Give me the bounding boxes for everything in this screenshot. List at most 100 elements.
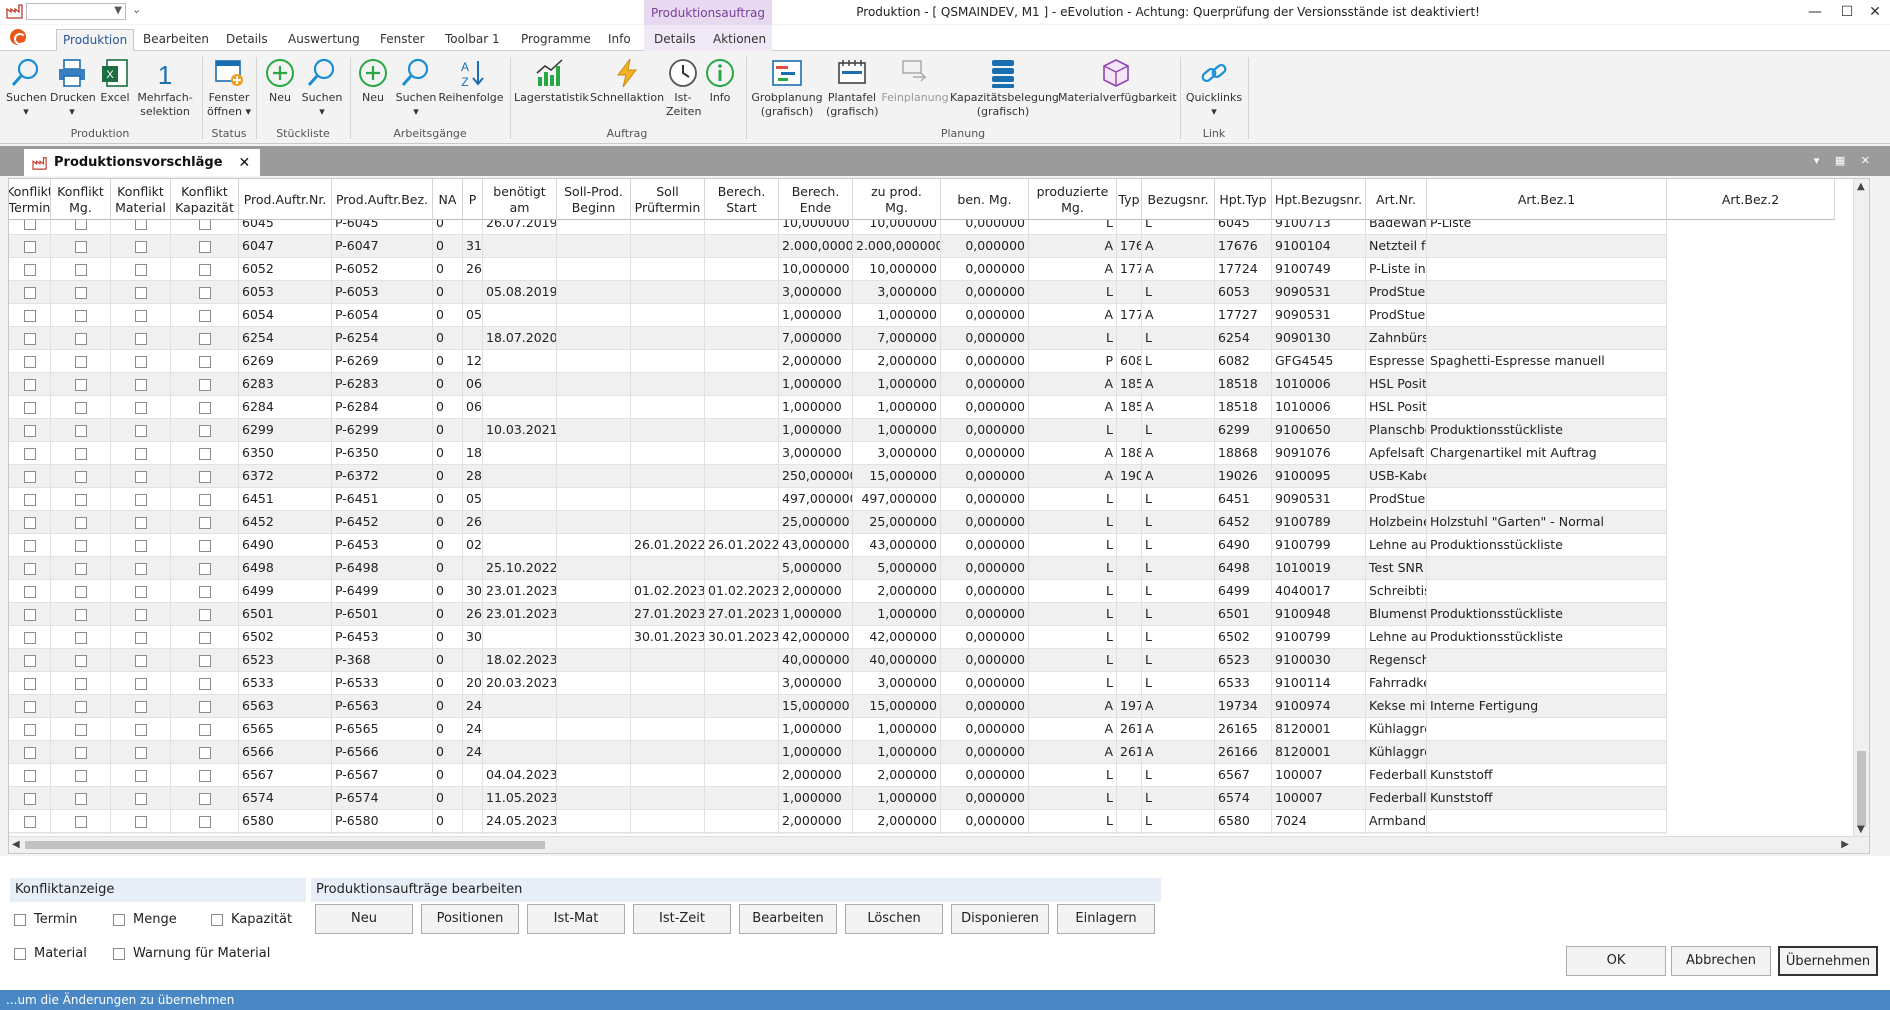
checkbox-box[interactable] [113,913,125,926]
table-row[interactable]: 6284P-6284006.01.20211,0000001,0000000,0… [9,396,1667,419]
drucken-button[interactable]: Drucken ▾ [50,57,96,119]
checkbox[interactable] [198,516,211,529]
scroll-down-icon[interactable]: ▼ [1857,824,1865,835]
tab-details[interactable]: Details [220,29,274,51]
checkbox[interactable] [74,309,87,322]
checkbox[interactable] [198,378,211,391]
checkbox[interactable] [198,585,211,598]
tab-aktionen[interactable]: Aktionen [707,29,772,51]
column-header[interactable]: NA [433,179,463,220]
checkbox[interactable] [74,493,87,506]
checkbox[interactable] [198,470,211,483]
checkbox[interactable] [74,815,87,828]
column-header[interactable]: Hpt.Typ [1215,179,1272,220]
column-header[interactable]: benötigt am [483,179,557,220]
table-row[interactable]: 6299 P-6299 0 10.03.2021 1,000000 1,000000 0,0… [9,419,1667,442]
column-header[interactable]: Soll-Prod. Beginn [557,179,631,220]
checkbox[interactable] [198,220,211,230]
checkbox[interactable] [23,309,36,322]
checkbox[interactable] [198,700,211,713]
table-row[interactable]: 6533P-6533020.03.202320.03.20233,0000003… [9,672,1667,695]
table-row[interactable]: 6283P-6283006.01.20211,0000001,0000000,0… [9,373,1667,396]
uebernehmen-button[interactable]: Übernehmen [1778,946,1878,976]
checkbox[interactable] [23,355,36,368]
checkbox[interactable] [74,723,87,736]
checkbox[interactable] [74,769,87,782]
checkbox[interactable] [23,424,36,437]
checkbox[interactable] [198,562,211,575]
checkbox[interactable] [134,309,147,322]
checkbox[interactable] [74,585,87,598]
table-row[interactable]: 6269P-6269012.08.20202,0000002,0000000,0… [9,350,1667,373]
checkbox-box[interactable] [113,947,125,960]
ist-zeiten-button[interactable]: Ist- Zeiten [666,57,701,119]
checkbox[interactable] [134,240,147,253]
checkbox[interactable] [74,332,87,345]
checkbox[interactable] [23,815,36,828]
kapazitaet-checkbox[interactable]: Kapazität [211,912,292,927]
column-header[interactable]: Bezugsnr. [1142,179,1215,220]
checkbox[interactable] [23,516,36,529]
checkbox[interactable] [134,516,147,529]
checkbox[interactable] [74,792,87,805]
checkbox[interactable] [74,355,87,368]
ist-zeit-button[interactable]: Ist-Zeit [633,904,731,934]
ist-mat-button[interactable]: Ist-Mat [527,904,625,934]
checkbox[interactable] [74,562,87,575]
checkbox[interactable] [134,792,147,805]
checkbox[interactable] [74,677,87,690]
table-row[interactable]: 6053 P-6053 0 05.08.2019 3,000000 3,000000 0,0… [9,281,1667,304]
checkbox[interactable] [198,332,211,345]
checkbox[interactable] [134,424,147,437]
column-header[interactable]: P [463,179,483,220]
checkbox[interactable] [198,355,211,368]
excel-button[interactable]: X Excel [98,57,132,105]
quicklinks-button[interactable]: Quicklinks ▾ [1184,57,1244,119]
checkbox-box[interactable] [14,913,26,926]
tab-auswertung[interactable]: Auswertung [282,29,366,51]
kapazitaetsbelegung-button[interactable]: Kapazitätsbelegung (grafisch) [950,57,1059,119]
checkbox[interactable] [23,608,36,621]
material-checkbox[interactable]: Material [14,946,87,961]
column-header[interactable]: Hpt.Bezugsnr. [1272,179,1366,220]
arbeitsgang-suchen-button[interactable]: Suchen ▾ [394,57,438,119]
column-header[interactable]: Prod.Auftr.Bez. [332,179,433,220]
checkbox[interactable] [134,286,147,299]
minimize-button[interactable]: — [1800,2,1830,22]
column-header[interactable]: Soll Prüftermin [631,179,705,220]
table-row[interactable]: 6523 P-368 0 18.02.2023 40,000000 40,000000 0,… [9,649,1667,672]
checkbox[interactable] [198,493,211,506]
table-row[interactable]: 6254 P-6254 0 18.07.2020 7,000000 7,000000 0,0… [9,327,1667,350]
menge-checkbox[interactable]: Menge [113,912,177,927]
tab-programme[interactable]: Programme [515,29,597,51]
tab-produktion[interactable]: Produktion [56,29,135,51]
checkbox[interactable] [74,516,87,529]
checkbox[interactable] [23,769,36,782]
checkbox[interactable] [74,424,87,437]
mehrfachselektion-button[interactable]: 1 Mehrfach- selektion [136,57,194,119]
checkbox[interactable] [198,286,211,299]
grobplanung-button[interactable]: Grobplanung (grafisch) [750,57,824,119]
table-row[interactable]: 6498 P-6498 0 25.10.2022 5,000000 5,000000 0,0… [9,557,1667,580]
checkbox[interactable] [23,562,36,575]
checkbox[interactable] [74,220,87,230]
checkbox[interactable] [23,286,36,299]
neu-button[interactable]: Neu [315,904,413,934]
column-header[interactable]: Prod.Auftr.Nr. [239,179,332,220]
table-row[interactable]: 6502P-6453030.01.202330.01.202330.01.202… [9,626,1667,649]
checkbox[interactable] [74,447,87,460]
checkbox[interactable] [23,447,36,460]
checkbox[interactable] [134,608,147,621]
vertical-scroll-thumb[interactable] [1857,751,1866,827]
checkbox[interactable] [134,539,147,552]
fenster-oeffnen-button[interactable]: Fenster öffnen ▾ [206,57,252,119]
materialverfuegbarkeit-button[interactable]: Materialverfügbarkeit [1058,57,1177,105]
maximize-button[interactable]: ☐ [1832,2,1862,22]
checkbox[interactable] [23,263,36,276]
warnung-material-checkbox[interactable]: Warnung für Material [113,946,270,961]
checkbox[interactable] [74,746,87,759]
table-row[interactable]: 6052P-6052026.08.201910,00000010,0000000… [9,258,1667,281]
table-row[interactable]: 6580 P-6580 0 24.05.2023 2,000000 2,000000 0,0… [9,810,1667,833]
checkbox[interactable] [134,700,147,713]
checkbox[interactable] [74,470,87,483]
